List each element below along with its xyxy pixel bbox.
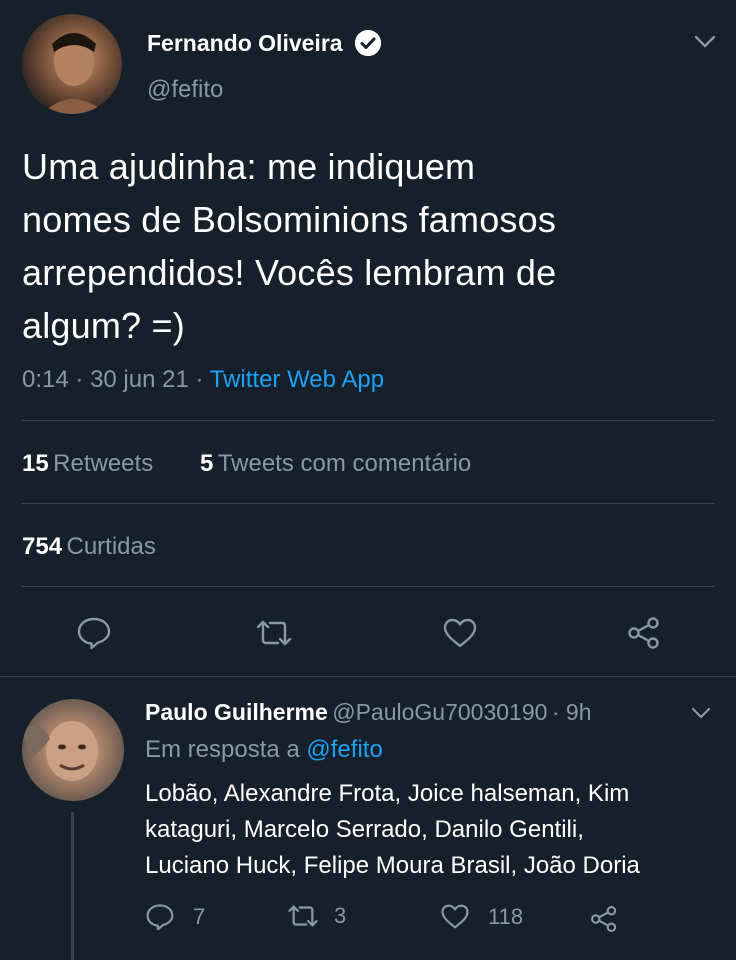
divider	[22, 586, 714, 587]
reply-text: Lobão, Alexandre Frota, Joice halseman, …	[145, 776, 725, 884]
reply-retweet-count: 3	[334, 903, 347, 928]
quotes-count: 5	[200, 450, 214, 477]
reply-age[interactable]: 9h	[566, 699, 592, 725]
divider	[22, 420, 714, 421]
tweet-text-line: algum? =)	[22, 305, 185, 346]
reply-header: Paulo Guilherme @PauloGu70030190 · 9h	[145, 699, 592, 726]
tweet-source[interactable]: Twitter Web App	[210, 366, 384, 393]
meta-separator: ·	[195, 366, 210, 393]
divider	[0, 676, 736, 677]
retweets-count: 15	[22, 450, 49, 477]
reply-author-handle[interactable]: @PauloGu70030190	[332, 699, 547, 725]
reply-reply-action[interactable]: 7	[145, 903, 205, 931]
tweet-meta: 0:14 · 30 jun 21 · Twitter Web App	[22, 366, 384, 394]
tweet-text: Uma ajudinha: me indiquem nomes de Bolso…	[22, 140, 722, 352]
reply-icon	[145, 903, 175, 931]
reply-context: Em resposta a @fefito	[145, 736, 383, 764]
heart-icon	[440, 903, 470, 930]
reply-text-line: Lobão, Alexandre Frota, Joice halseman, …	[145, 780, 630, 807]
verified-badge-icon	[354, 29, 381, 56]
share-icon[interactable]	[587, 903, 621, 935]
reply-text-line: kataguri, Marcelo Serrado, Danilo Gentil…	[145, 816, 584, 843]
author-handle[interactable]: @fefito	[147, 76, 223, 104]
likes-label: Curtidas	[66, 533, 156, 560]
reply-text-line: Luciano Huck, Felipe Moura Brasil, João …	[145, 852, 640, 879]
tweet-text-line: Uma ajudinha: me indiquem	[22, 146, 476, 187]
reply-retweet-action[interactable]: 3	[286, 903, 346, 929]
reply-context-prefix: Em resposta a	[145, 736, 300, 763]
reply-context-handle[interactable]: @fefito	[306, 736, 382, 763]
retweets-label: Retweets	[53, 450, 154, 477]
author-name-text[interactable]: Fernando Oliveira	[147, 30, 343, 56]
tweet-text-line: arrependidos! Vocês lembram de	[22, 252, 557, 293]
retweet-icon[interactable]	[252, 613, 296, 653]
reply-thread-line	[71, 812, 74, 960]
tweet-text-line: nomes de Bolsominions famosos	[22, 199, 557, 240]
retweet-icon	[286, 903, 320, 929]
likes-count: 754	[22, 533, 63, 560]
reply-like-action[interactable]: 118	[440, 903, 523, 930]
heart-icon[interactable]	[438, 613, 482, 653]
divider	[22, 503, 714, 504]
author-avatar[interactable]	[22, 14, 122, 114]
reply-like-count: 118	[488, 903, 524, 929]
reply-author-avatar[interactable]	[22, 699, 124, 801]
meta-separator: ·	[551, 699, 566, 725]
reply-author-name[interactable]: Paulo Guilherme	[145, 699, 328, 725]
share-icon[interactable]	[622, 613, 666, 653]
tweet-date[interactable]: 30 jun 21	[90, 366, 189, 393]
retweet-stats[interactable]: 15 Retweets	[22, 450, 153, 478]
tweet-time[interactable]: 0:14	[22, 366, 69, 393]
chevron-down-icon[interactable]	[690, 28, 720, 56]
quotes-label: Tweets com comentário	[217, 450, 472, 477]
reply-icon[interactable]	[74, 613, 114, 653]
meta-separator: ·	[75, 366, 91, 393]
chevron-down-icon[interactable]	[688, 702, 714, 724]
author-name[interactable]: Fernando Oliveira	[147, 29, 381, 58]
like-stats[interactable]: 754 Curtidas	[22, 533, 156, 561]
quote-stats[interactable]: 5 Tweets com comentário	[200, 450, 471, 478]
reply-count: 7	[193, 904, 206, 929]
